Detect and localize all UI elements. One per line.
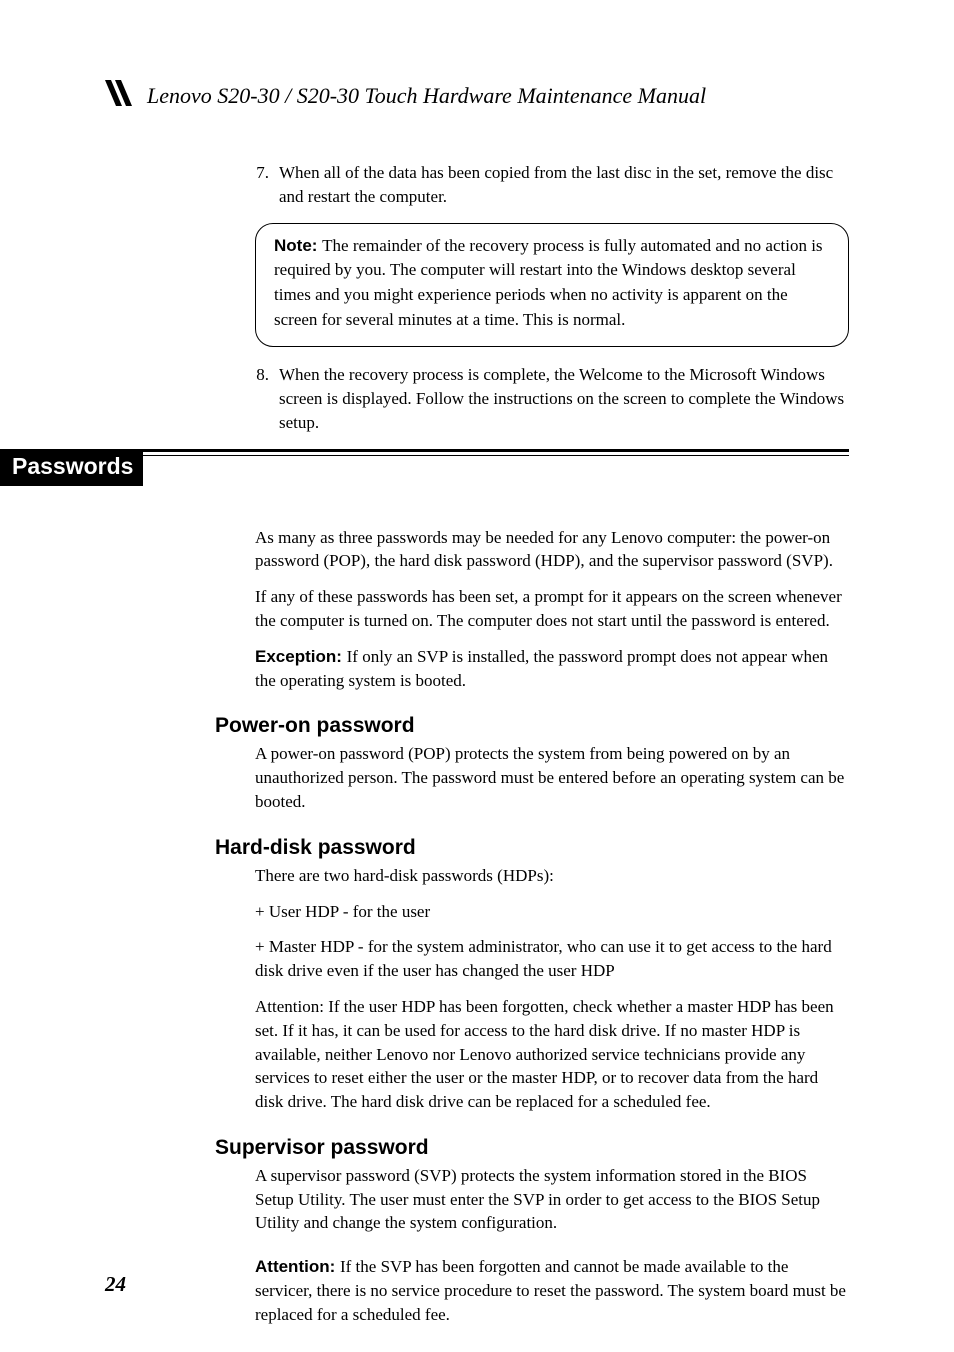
svp-block: A supervisor password (SVP) protects the… <box>255 1164 849 1327</box>
note-label: Note: <box>274 236 322 255</box>
attention-label: Attention: <box>255 1257 340 1276</box>
intro-block: As many as three passwords may be needed… <box>255 526 849 693</box>
hdp-user: + User HDP - for the user <box>255 900 849 924</box>
page-header: Lenovo S20-30 / S20-30 Touch Hardware Ma… <box>105 80 849 111</box>
svp-attention: Attention: If the SVP has been forgotten… <box>255 1255 849 1326</box>
pop-block: A power-on password (POP) protects the s… <box>255 742 849 813</box>
svp-p1: A supervisor password (SVP) protects the… <box>255 1164 849 1235</box>
step-text: When the recovery process is complete, t… <box>279 363 849 434</box>
step-number: 7. <box>255 161 279 209</box>
subhead-hard-disk: Hard-disk password <box>215 836 849 860</box>
step-7: 7. When all of the data has been copied … <box>255 161 849 209</box>
section-header-bar: Passwords <box>0 449 849 486</box>
hdp-block: There are two hard-disk passwords (HDPs)… <box>255 864 849 1114</box>
section-title: Passwords <box>0 449 143 486</box>
exception-label: Exception: <box>255 647 347 666</box>
intro-exception: Exception: If only an SVP is installed, … <box>255 645 849 693</box>
header-stripes-icon <box>105 80 139 111</box>
subhead-supervisor: Supervisor password <box>215 1136 849 1160</box>
intro-p1: As many as three passwords may be needed… <box>255 526 849 574</box>
attention-text: If the SVP has been forgotten and cannot… <box>255 1257 846 1324</box>
hdp-master: + Master HDP - for the system administra… <box>255 935 849 983</box>
note-box: Note: The remainder of the recovery proc… <box>255 223 849 348</box>
hdp-p1: There are two hard-disk passwords (HDPs)… <box>255 864 849 888</box>
subhead-power-on: Power-on password <box>215 714 849 738</box>
header-title: Lenovo S20-30 / S20-30 Touch Hardware Ma… <box>147 83 706 109</box>
intro-p2: If any of these passwords has been set, … <box>255 585 849 633</box>
note-text: The remainder of the recovery process is… <box>274 236 823 329</box>
step-number: 8. <box>255 363 279 434</box>
step-text: When all of the data has been copied fro… <box>279 161 849 209</box>
page-number: 24 <box>105 1272 126 1297</box>
pop-text: A power-on password (POP) protects the s… <box>255 742 849 813</box>
hdp-attention: Attention: If the user HDP has been forg… <box>255 995 849 1114</box>
step-8: 8. When the recovery process is complete… <box>255 363 849 434</box>
page-container: Lenovo S20-30 / S20-30 Touch Hardware Ma… <box>0 0 954 1327</box>
